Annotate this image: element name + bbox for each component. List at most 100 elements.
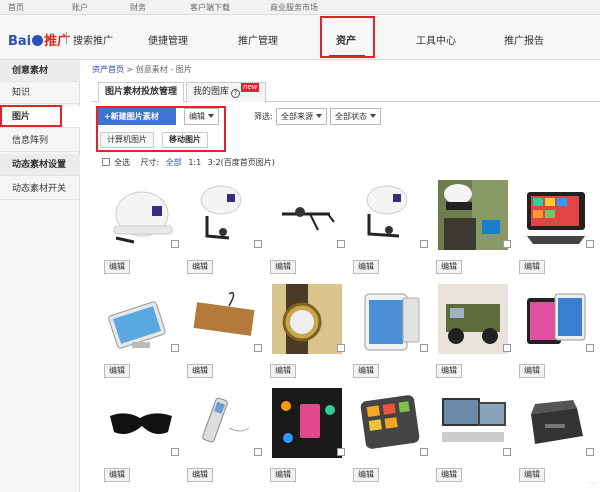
worker-vr-image[interactable] bbox=[438, 180, 508, 250]
image-card: 编辑 bbox=[351, 282, 434, 382]
headband-image[interactable] bbox=[272, 180, 342, 250]
nav-quick-manage[interactable]: 便捷管理 bbox=[148, 32, 188, 47]
phone-apps-image[interactable] bbox=[272, 388, 342, 458]
toolbar-highlight bbox=[96, 106, 226, 152]
image-checkbox[interactable] bbox=[254, 344, 262, 352]
edit-button[interactable]: 编辑 bbox=[436, 468, 462, 482]
top-bar: 首页 账户 财务 客户端下载 商业服务市场 bbox=[0, 0, 600, 15]
topbar-service-market-link[interactable]: 商业服务市场 bbox=[270, 2, 318, 13]
image-checkbox[interactable] bbox=[254, 240, 262, 248]
edit-button[interactable]: 编辑 bbox=[353, 364, 379, 378]
size-ratio-1-1[interactable]: 1:1 bbox=[188, 158, 201, 167]
image-card: 编辑 bbox=[434, 282, 517, 382]
size-all-link[interactable]: 全部 bbox=[166, 158, 182, 167]
image-checkbox[interactable] bbox=[337, 448, 345, 456]
edit-button[interactable]: 编辑 bbox=[270, 364, 296, 378]
image-checkbox[interactable] bbox=[586, 344, 594, 352]
image-card: 编辑 bbox=[434, 178, 517, 278]
image-card: 编辑 bbox=[102, 178, 185, 278]
image-checkbox[interactable] bbox=[503, 240, 511, 248]
tab-image-manage[interactable]: 图片素材投放管理 bbox=[98, 82, 185, 102]
wood-hanger-image[interactable] bbox=[189, 284, 259, 354]
watch-image[interactable] bbox=[272, 284, 342, 354]
main-content: 资产首页 > 创意素材 - 图片 图片素材投放管理 我的图库 ?new +新建图片… bbox=[82, 60, 600, 492]
topbar-client-download-link[interactable]: 客户端下载 bbox=[190, 2, 230, 13]
tab-my-library[interactable]: 我的图库 ?new bbox=[186, 82, 267, 102]
topbar-home-link[interactable]: 首页 bbox=[8, 2, 24, 13]
image-checkbox[interactable] bbox=[420, 240, 428, 248]
logo-bai: Bai bbox=[8, 34, 32, 49]
helmet-stand-image[interactable] bbox=[355, 180, 425, 250]
select-all-checkbox[interactable] bbox=[102, 158, 110, 166]
image-checkbox[interactable] bbox=[420, 448, 428, 456]
image-card: 编辑 bbox=[351, 178, 434, 278]
edit-button[interactable]: 编辑 bbox=[353, 468, 379, 482]
phone-grid-image[interactable] bbox=[355, 388, 425, 458]
source-select[interactable]: 全部来源 bbox=[276, 108, 327, 125]
image-checkbox[interactable] bbox=[337, 344, 345, 352]
image-checkbox[interactable] bbox=[586, 448, 594, 456]
tablet-stand-image[interactable] bbox=[106, 284, 176, 354]
nav-promo-report[interactable]: 推广报告 bbox=[504, 32, 544, 47]
monitors-image[interactable] bbox=[438, 388, 508, 458]
tablet-image[interactable] bbox=[355, 284, 425, 354]
edit-button[interactable]: 编辑 bbox=[519, 260, 545, 274]
status-select[interactable]: 全部状态 bbox=[330, 108, 381, 125]
help-icon[interactable]: ? bbox=[231, 89, 241, 98]
tablets-pink-image[interactable] bbox=[521, 284, 591, 354]
image-checkbox[interactable] bbox=[586, 240, 594, 248]
edit-button[interactable]: 编辑 bbox=[519, 364, 545, 378]
edit-button[interactable]: 编辑 bbox=[436, 364, 462, 378]
image-checkbox[interactable] bbox=[254, 448, 262, 456]
sidebar-dynamic-settings[interactable]: 动态素材设置 bbox=[0, 154, 80, 176]
brand-text: 搜索推广 bbox=[73, 36, 113, 47]
sidebar-creative-assets[interactable]: 创意素材 bbox=[0, 60, 80, 82]
printer-image[interactable] bbox=[521, 388, 591, 458]
sidebar-item-info-array[interactable]: 信息阵列 bbox=[0, 130, 80, 152]
edit-button[interactable]: 编辑 bbox=[436, 260, 462, 274]
edit-button[interactable]: 编辑 bbox=[104, 260, 130, 274]
baidu-logo[interactable]: Bai 推广 bbox=[8, 30, 70, 49]
chevron-down-icon bbox=[370, 114, 376, 118]
image-card: 编辑 bbox=[185, 282, 268, 382]
edit-button[interactable]: 编辑 bbox=[104, 364, 130, 378]
handheld-device-image[interactable] bbox=[189, 388, 259, 458]
image-card: 编辑 bbox=[102, 282, 185, 382]
image-card: 编辑 bbox=[268, 178, 351, 278]
image-checkbox[interactable] bbox=[503, 344, 511, 352]
size-ratio-3-2[interactable]: 3:2(百度首页图片) bbox=[208, 158, 275, 167]
edit-button[interactable]: 编辑 bbox=[270, 260, 296, 274]
helmet-image[interactable] bbox=[106, 180, 176, 250]
jeep-image[interactable] bbox=[438, 284, 508, 354]
image-card: 编辑 bbox=[185, 386, 268, 486]
edit-button[interactable]: 编辑 bbox=[187, 364, 213, 378]
sunglasses-image[interactable] bbox=[106, 388, 176, 458]
edit-button[interactable]: 编辑 bbox=[104, 468, 130, 482]
nav-tool-center[interactable]: 工具中心 bbox=[416, 32, 456, 47]
status-select-label: 全部状态 bbox=[335, 112, 367, 121]
phone-dock-image[interactable] bbox=[521, 180, 591, 250]
image-checkbox[interactable] bbox=[503, 448, 511, 456]
select-all[interactable]: 全选 bbox=[102, 158, 134, 167]
sidebar-images-highlight bbox=[0, 105, 62, 127]
edit-button[interactable]: 编辑 bbox=[187, 260, 213, 274]
topbar-finance-link[interactable]: 财务 bbox=[130, 2, 146, 13]
image-checkbox[interactable] bbox=[171, 344, 179, 352]
image-checkbox[interactable] bbox=[337, 240, 345, 248]
edit-button[interactable]: 编辑 bbox=[519, 468, 545, 482]
helmet-stand-image[interactable] bbox=[189, 180, 259, 250]
breadcrumb-assets-home[interactable]: 资产首页 bbox=[92, 65, 124, 74]
new-badge: new bbox=[241, 83, 260, 92]
topbar-account-link[interactable]: 账户 bbox=[72, 2, 88, 13]
image-checkbox[interactable] bbox=[420, 344, 428, 352]
image-checkbox[interactable] bbox=[171, 448, 179, 456]
nav-assets-highlight bbox=[320, 16, 375, 58]
sidebar-item-dynamic-switch[interactable]: 动态素材开关 bbox=[0, 178, 80, 200]
nav-promo-manage[interactable]: 推广管理 bbox=[238, 32, 278, 47]
image-checkbox[interactable] bbox=[171, 240, 179, 248]
image-card: 编辑 bbox=[268, 282, 351, 382]
edit-button[interactable]: 编辑 bbox=[270, 468, 296, 482]
edit-button[interactable]: 编辑 bbox=[353, 260, 379, 274]
edit-button[interactable]: 编辑 bbox=[187, 468, 213, 482]
sidebar-item-knowledge[interactable]: 知识 bbox=[0, 82, 80, 104]
